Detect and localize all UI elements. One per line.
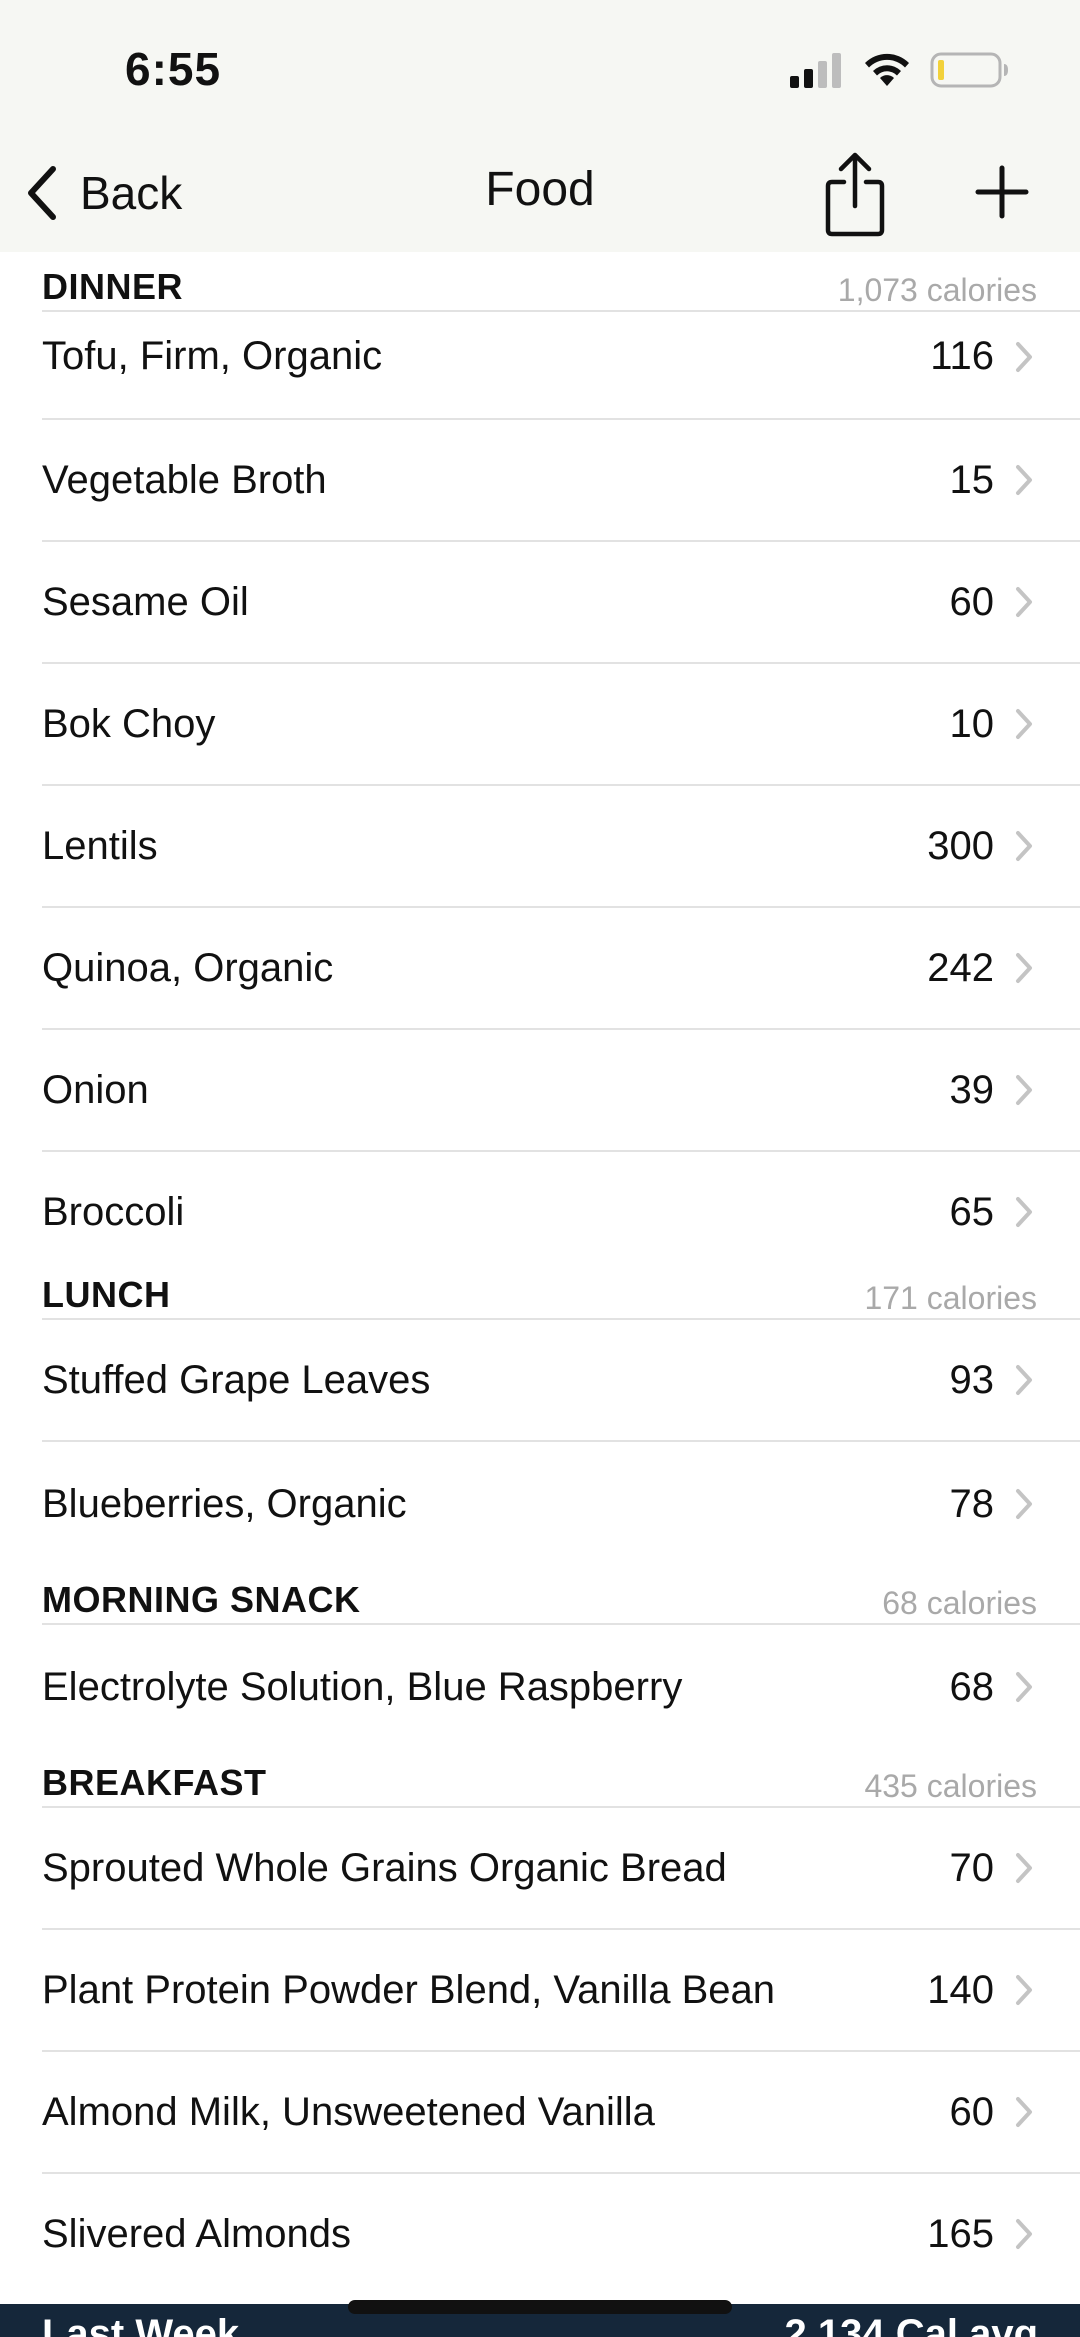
section-header-dinner: DINNER 1,073 calories (42, 252, 1080, 312)
list-item[interactable]: Sesame Oil 60 (42, 542, 1080, 664)
food-name: Electrolyte Solution, Blue Raspberry (42, 1664, 683, 1709)
chevron-right-icon (1016, 2219, 1032, 2249)
list-item[interactable]: Slivered Almonds 165 (42, 2174, 1080, 2284)
food-name: Lentils (42, 823, 158, 868)
section-header-morning-snack: MORNING SNACK 68 calories (42, 1565, 1080, 1625)
home-indicator[interactable] (348, 2300, 732, 2314)
food-calories: 65 (949, 1189, 995, 1234)
food-name: Sesame Oil (42, 579, 249, 624)
food-calories: 60 (949, 2089, 995, 2134)
back-button[interactable]: Back (22, 158, 182, 228)
share-icon[interactable] (822, 150, 888, 240)
summary-period: Last Week (42, 2312, 240, 2337)
list-item[interactable]: Tofu, Firm, Organic 116 (42, 312, 1080, 420)
food-calories: 78 (949, 1481, 995, 1526)
list-item[interactable]: Vegetable Broth 15 (42, 420, 1080, 542)
food-calories: 242 (927, 945, 994, 990)
section-calories: 68 calories (882, 1585, 1037, 1621)
food-calories: 60 (949, 579, 995, 624)
food-name: Tofu, Firm, Organic (42, 333, 383, 378)
food-calories: 93 (949, 1357, 995, 1402)
chevron-right-icon (1016, 1672, 1032, 1702)
battery-icon (930, 52, 1008, 88)
food-name: Broccoli (42, 1189, 185, 1234)
summary-average: 2,134 Cal avg (784, 2312, 1039, 2337)
list-item[interactable]: Almond Milk, Unsweetened Vanilla 60 (42, 2052, 1080, 2174)
section-header-breakfast: BREAKFAST 435 calories (42, 1748, 1080, 1808)
back-label: Back (80, 167, 183, 219)
food-name: Sprouted Whole Grains Organic Bread (42, 1845, 727, 1890)
list-item[interactable]: Bok Choy 10 (42, 664, 1080, 786)
chevron-right-icon (1016, 709, 1032, 739)
chevron-right-icon (1016, 587, 1032, 617)
food-calories: 116 (930, 333, 994, 378)
list-item[interactable]: Plant Protein Powder Blend, Vanilla Bean… (42, 1930, 1080, 2052)
section-title: BREAKFAST (42, 1762, 267, 1803)
food-name: Bok Choy (42, 701, 216, 746)
chevron-right-icon (1016, 1489, 1032, 1519)
food-calories: 15 (949, 457, 995, 502)
food-name: Blueberries, Organic (42, 1481, 407, 1526)
status-bar: 6:55 (0, 0, 1080, 140)
section-calories: 1,073 calories (837, 272, 1037, 308)
chevron-right-icon (1016, 342, 1032, 372)
food-name: Quinoa, Organic (42, 945, 334, 990)
list-item[interactable]: Sprouted Whole Grains Organic Bread 70 (42, 1808, 1080, 1930)
signal-icon (790, 53, 841, 88)
food-calories: 300 (927, 823, 994, 868)
food-calories: 10 (949, 701, 995, 746)
list-item[interactable]: Onion 39 (42, 1030, 1080, 1152)
chevron-right-icon (1016, 1365, 1032, 1395)
list-item[interactable]: Blueberries, Organic 78 (42, 1442, 1080, 1565)
status-time: 6:55 (125, 43, 222, 95)
list-item[interactable]: Quinoa, Organic 242 (42, 908, 1080, 1030)
section-title: LUNCH (42, 1274, 171, 1315)
list-item[interactable]: Stuffed Grape Leaves 93 (42, 1320, 1080, 1442)
section-header-lunch: LUNCH 171 calories (42, 1260, 1080, 1320)
list-item[interactable]: Electrolyte Solution, Blue Raspberry 68 (42, 1625, 1080, 1748)
section-calories: 171 calories (864, 1280, 1037, 1316)
nav-bar: Back Food (0, 140, 1080, 252)
chevron-right-icon (1016, 1975, 1032, 2005)
food-list: DINNER 1,073 calories Tofu, Firm, Organi… (0, 252, 1080, 2284)
food-calories: 70 (949, 1845, 995, 1890)
food-name: Slivered Almonds (42, 2211, 352, 2256)
food-name: Stuffed Grape Leaves (42, 1357, 431, 1402)
chevron-right-icon (1016, 465, 1032, 495)
food-calories: 39 (949, 1067, 995, 1112)
food-calories: 140 (927, 1967, 994, 2012)
chevron-right-icon (1016, 1075, 1032, 1105)
food-calories: 165 (927, 2211, 994, 2256)
wifi-icon (865, 53, 909, 86)
chevron-right-icon (1016, 1853, 1032, 1883)
food-calories: 68 (949, 1664, 995, 1709)
chevron-right-icon (1016, 1197, 1032, 1227)
chevron-right-icon (1016, 831, 1032, 861)
food-name: Almond Milk, Unsweetened Vanilla (42, 2089, 655, 2134)
food-name: Plant Protein Powder Blend, Vanilla Bean (42, 1967, 776, 2012)
chevron-right-icon (1016, 2097, 1032, 2127)
section-title: MORNING SNACK (42, 1579, 361, 1620)
list-item[interactable]: Lentils 300 (42, 786, 1080, 908)
chevron-left-icon (28, 166, 56, 220)
food-name: Vegetable Broth (42, 457, 327, 502)
section-calories: 435 calories (864, 1768, 1037, 1804)
chevron-right-icon (1016, 953, 1032, 983)
plus-icon[interactable] (974, 164, 1030, 220)
list-item[interactable]: Broccoli 65 (42, 1152, 1080, 1260)
food-name: Onion (42, 1067, 149, 1112)
section-title: DINNER (42, 266, 184, 307)
